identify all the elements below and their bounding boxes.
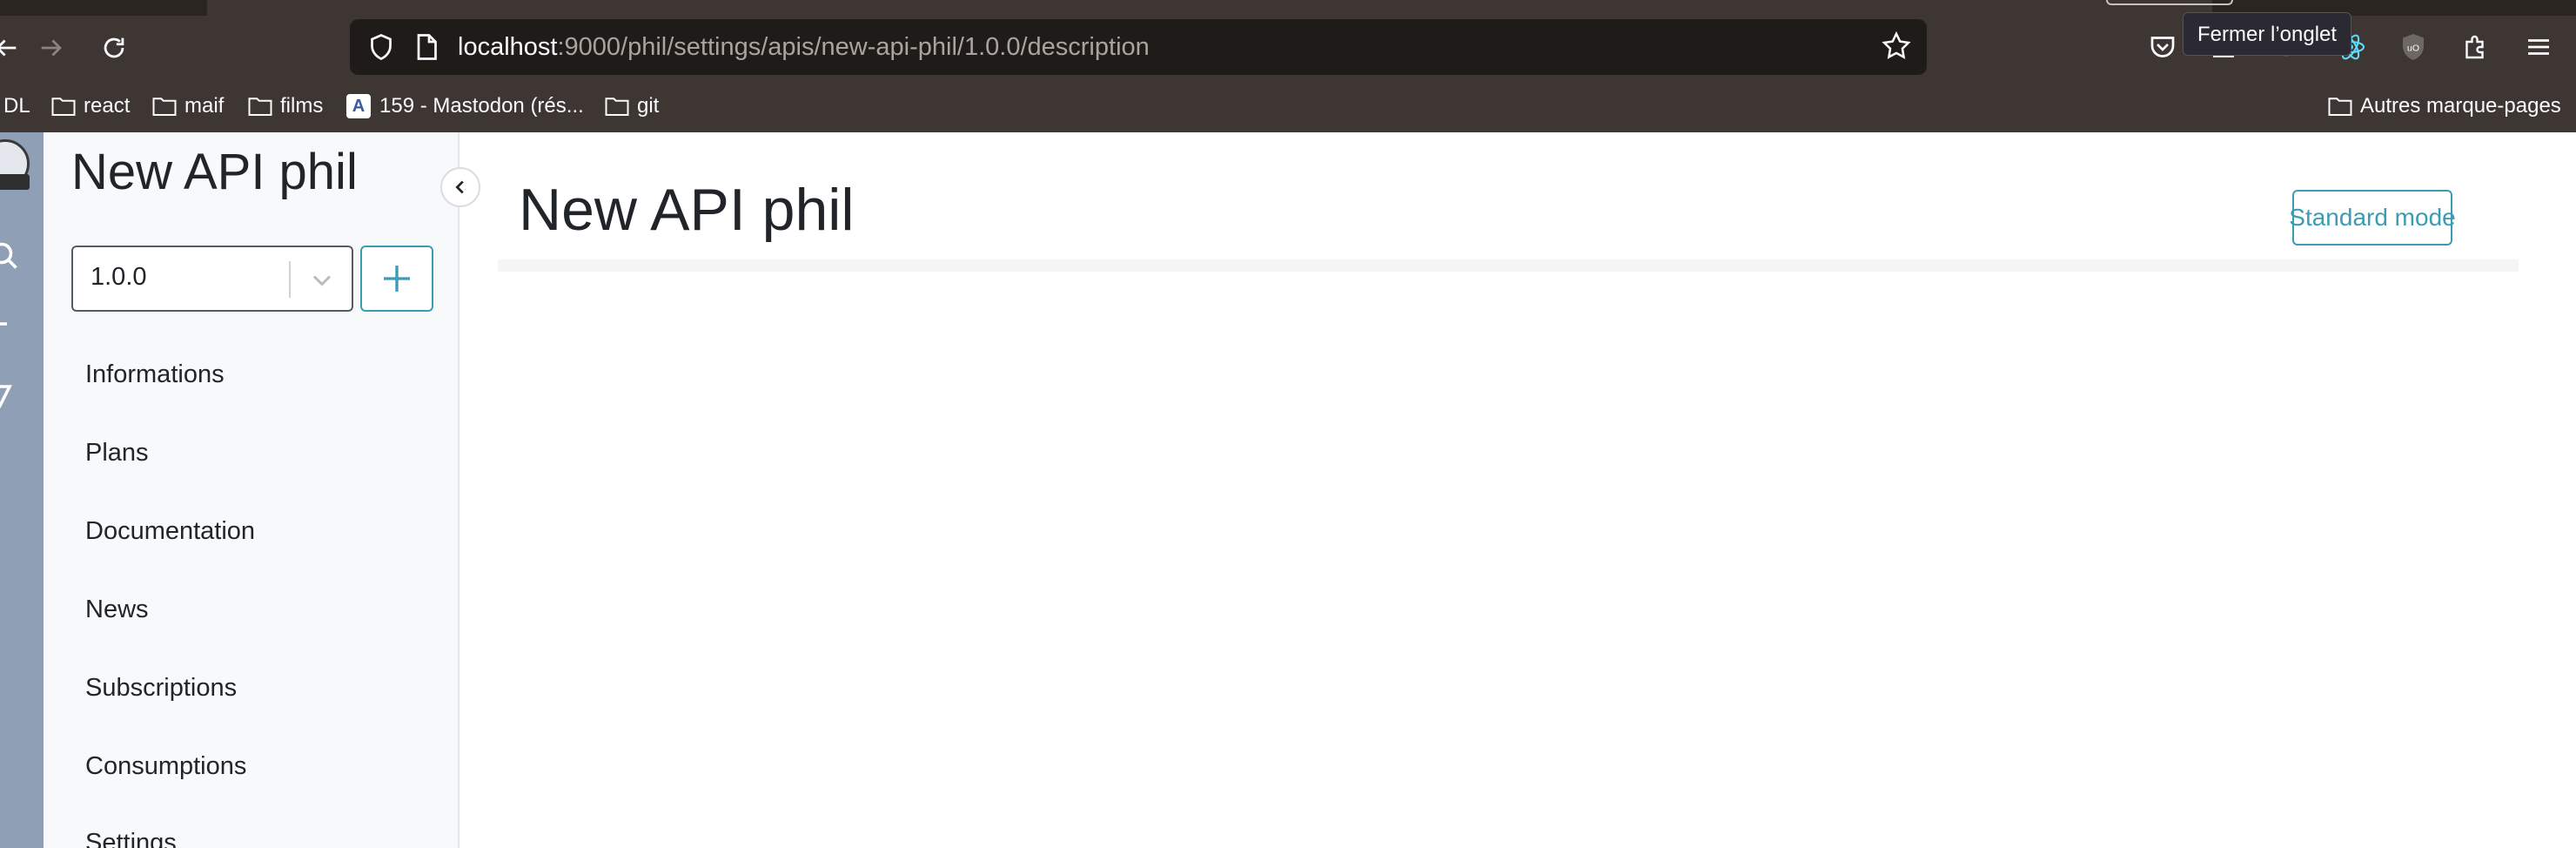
back-arrow-icon	[0, 39, 17, 57]
bookmark-label: react	[84, 94, 131, 118]
folder-icon	[152, 98, 177, 116]
url-host: localhost	[458, 33, 558, 61]
browser-chrome: localhost:9000/phil/settings/apis/new-ap…	[0, 0, 2576, 132]
version-select[interactable]: 1.0.0	[71, 246, 353, 312]
puzzle-icon	[2465, 35, 2484, 59]
address-bar[interactable]: localhost:9000/phil/settings/apis/new-ap…	[350, 19, 1927, 75]
extensions-button[interactable]	[2458, 29, 2494, 65]
sidebar-item-consumptions[interactable]: Consumptions	[85, 752, 246, 781]
bookmark-label: maif	[184, 94, 225, 118]
folder-icon	[51, 98, 76, 116]
bookmark-git[interactable]: git	[604, 89, 659, 124]
mastodon-favicon: A	[346, 94, 371, 118]
edit-icon[interactable]	[0, 381, 23, 413]
pocket-icon	[2150, 37, 2175, 57]
select-separator	[289, 261, 291, 298]
dash-icon[interactable]	[0, 308, 23, 340]
menu-button[interactable]	[2520, 29, 2557, 65]
page-title: New API phil	[519, 177, 855, 243]
pocket-button[interactable]	[2144, 29, 2181, 65]
sidebar: New API phil 1.0.0 Informations Plans Do…	[44, 132, 460, 848]
page-info-icon[interactable]	[411, 31, 442, 63]
bookmark-star-icon[interactable]	[1880, 30, 1913, 63]
forward-arrow-icon	[41, 39, 62, 57]
sidebar-item-documentation[interactable]: Documentation	[85, 517, 255, 546]
folder-icon	[248, 98, 272, 116]
shield-icon[interactable]	[366, 31, 397, 63]
folder-icon	[2328, 98, 2352, 116]
reload-icon	[104, 37, 124, 58]
search-icon[interactable]	[0, 240, 23, 272]
sidebar-item-informations[interactable]: Informations	[85, 360, 225, 389]
sidebar-item-subscriptions[interactable]: Subscriptions	[85, 674, 237, 703]
bookmark-react[interactable]: react	[50, 89, 130, 124]
active-tab[interactable]	[207, 0, 2212, 16]
version-value: 1.0.0	[91, 263, 147, 291]
plus-icon	[384, 266, 410, 292]
logo-badge	[0, 174, 30, 190]
sidebar-item-settings[interactable]: Settings	[85, 829, 177, 848]
bookmark-label: git	[637, 94, 660, 118]
bookmark-mastodon[interactable]: A 159 - Mastodon (rés...	[346, 89, 584, 124]
bookmark-dl[interactable]: DL	[3, 89, 30, 124]
bookmark-label: DL	[3, 94, 30, 118]
app-viewport: New API phil 1.0.0 Informations Plans Do…	[0, 132, 2576, 848]
icon-rail	[0, 132, 44, 848]
reload-button[interactable]	[92, 26, 136, 70]
bookmark-label: 159 - Mastodon (rés...	[379, 94, 584, 118]
close-tab-tooltip: Fermer l’onglet	[2183, 12, 2352, 56]
sidebar-item-plans[interactable]: Plans	[85, 439, 149, 468]
add-version-button[interactable]	[360, 246, 433, 312]
content-divider	[498, 259, 2519, 272]
sidebar-item-news[interactable]: News	[85, 596, 149, 624]
bookmarks-bar: DL react maif films A 159 - Mastodon (ré…	[0, 85, 2576, 129]
collapse-sidebar-button[interactable]	[440, 167, 480, 207]
chevron-down-icon[interactable]	[306, 265, 338, 296]
bookmark-other[interactable]: Autres marque-pages	[2327, 89, 2561, 124]
svg-text:uO: uO	[2407, 44, 2419, 54]
sidebar-title: New API phil	[71, 144, 358, 200]
standard-mode-button[interactable]: Standard mode	[2289, 190, 2456, 246]
chevron-left-icon	[455, 180, 464, 194]
main-content: New API phil Standard mode	[461, 132, 2576, 848]
ublock-button[interactable]: uO	[2395, 29, 2432, 65]
forward-button[interactable]	[30, 26, 73, 70]
ublock-shield-icon: uO	[2403, 34, 2424, 60]
bookmark-label: films	[280, 94, 324, 118]
back-button[interactable]	[0, 26, 28, 70]
bookmark-maif[interactable]: maif	[151, 89, 224, 124]
url-path: :9000/phil/settings/apis/new-api-phil/1.…	[557, 33, 1150, 61]
bookmark-films[interactable]: films	[247, 89, 323, 124]
folder-icon	[605, 98, 629, 116]
url-text[interactable]: localhost:9000/phil/settings/apis/new-ap…	[458, 30, 1150, 64]
tab-button[interactable]	[2106, 0, 2233, 5]
bookmark-label: Autres marque-pages	[2360, 94, 2561, 118]
hamburger-menu-icon	[2528, 39, 2549, 55]
